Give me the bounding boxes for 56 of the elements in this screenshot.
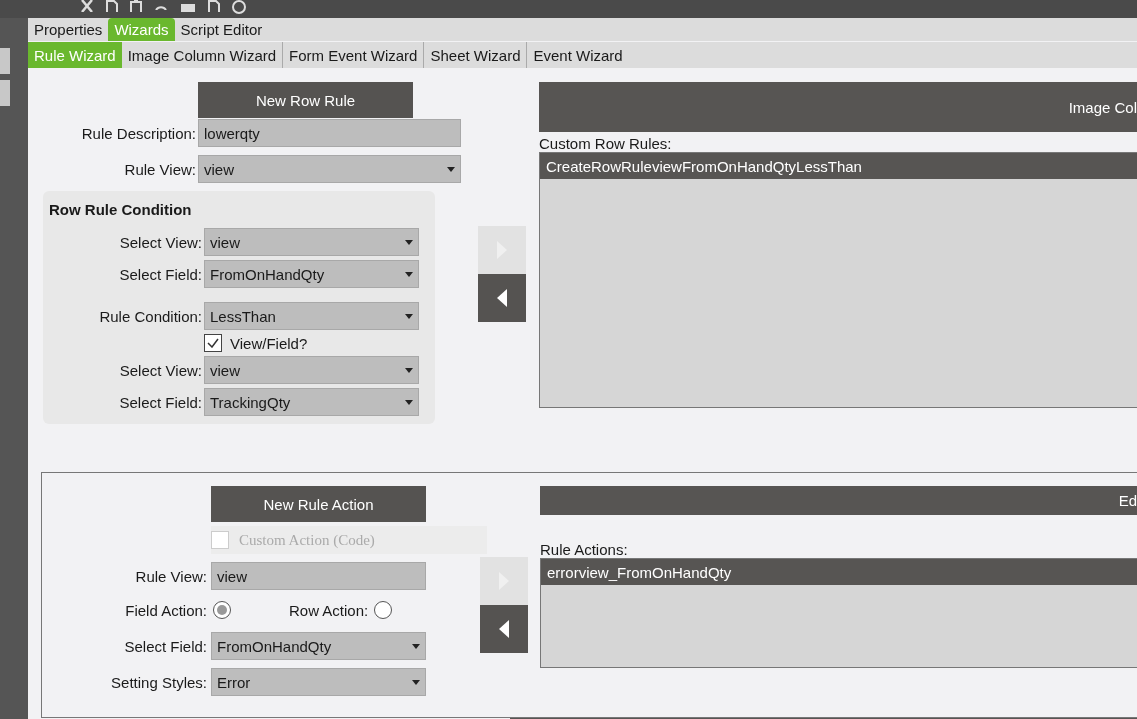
new-row-rule-button[interactable]: New Row Rule xyxy=(198,82,413,118)
left-arrow-icon xyxy=(497,289,507,307)
help-icon[interactable] xyxy=(232,0,246,14)
text-field[interactable]: view xyxy=(211,562,426,590)
field-label: Rule View: xyxy=(123,160,196,178)
dropdown-field[interactable]: view xyxy=(204,228,419,256)
move-left-button[interactable] xyxy=(480,605,528,653)
tab[interactable]: Script Editor xyxy=(174,18,269,41)
list-item[interactable]: CreateRowRuleviewFromOnHandQtyLessThan xyxy=(540,153,1137,179)
dropdown-field[interactable]: FromOnHandQty xyxy=(211,632,426,660)
group-title: Row Rule Condition xyxy=(49,201,193,218)
tab[interactable]: Sheet Wizard xyxy=(423,42,527,68)
checkbox-label: View/Field? xyxy=(230,334,308,352)
panel-header: Ed xyxy=(540,486,1137,515)
move-left-button[interactable] xyxy=(478,274,526,322)
field-label: Select View: xyxy=(118,233,202,251)
dropdown-caret-icon xyxy=(405,313,413,319)
field-label: Select Field: xyxy=(118,393,202,411)
radio-button[interactable] xyxy=(374,601,393,619)
dropdown-field[interactable]: FromOnHandQty xyxy=(204,260,419,288)
text-field[interactable]: lowerqty xyxy=(198,119,461,147)
dropdown-caret-icon xyxy=(405,399,413,405)
dropdown-caret-icon xyxy=(412,643,420,649)
list-label: Custom Row Rules: xyxy=(539,135,673,152)
field-label: Field Action: xyxy=(124,601,207,619)
cut-icon[interactable] xyxy=(80,0,94,12)
new-rule-action-button[interactable]: New Rule Action xyxy=(211,486,426,522)
field-label: Select Field: xyxy=(123,637,207,655)
field-label: Setting Styles: xyxy=(110,673,207,691)
field-label: Rule Condition: xyxy=(98,307,202,325)
dropdown-field[interactable]: Error xyxy=(211,668,426,696)
dropdown-caret-icon xyxy=(412,679,420,685)
field-label: Rule View: xyxy=(134,567,207,585)
panel-header: Image Col xyxy=(539,82,1137,132)
tab[interactable]: Event Wizard xyxy=(526,42,629,68)
checkbox[interactable] xyxy=(204,334,222,352)
checkbox-label: Custom Action (Code) xyxy=(239,531,375,549)
dropdown-caret-icon xyxy=(405,239,413,245)
left-arrow-icon xyxy=(499,620,509,638)
dropdown-field[interactable]: TrackingQty xyxy=(204,388,419,416)
dropdown-caret-icon xyxy=(447,166,455,172)
dropdown-field[interactable]: view xyxy=(198,155,461,183)
radio-button[interactable] xyxy=(213,601,231,619)
list-label: Rule Actions: xyxy=(540,541,629,558)
dropdown-field[interactable]: LessThan xyxy=(204,302,419,330)
dropdown-field[interactable]: view xyxy=(204,356,419,384)
tab[interactable]: Form Event Wizard xyxy=(282,42,424,68)
list-item[interactable]: errorview_FromOnHandQty xyxy=(541,559,1137,585)
tab[interactable]: Properties xyxy=(28,18,109,41)
field-label: Row Action: xyxy=(289,601,369,619)
field-label: Select View: xyxy=(118,361,202,379)
dropdown-caret-icon xyxy=(405,271,413,277)
dropdown-caret-icon xyxy=(405,367,413,373)
field-label: Select Field: xyxy=(118,265,202,283)
tab[interactable]: Image Column Wizard xyxy=(121,42,283,68)
field-label: Rule Description: xyxy=(80,124,196,142)
